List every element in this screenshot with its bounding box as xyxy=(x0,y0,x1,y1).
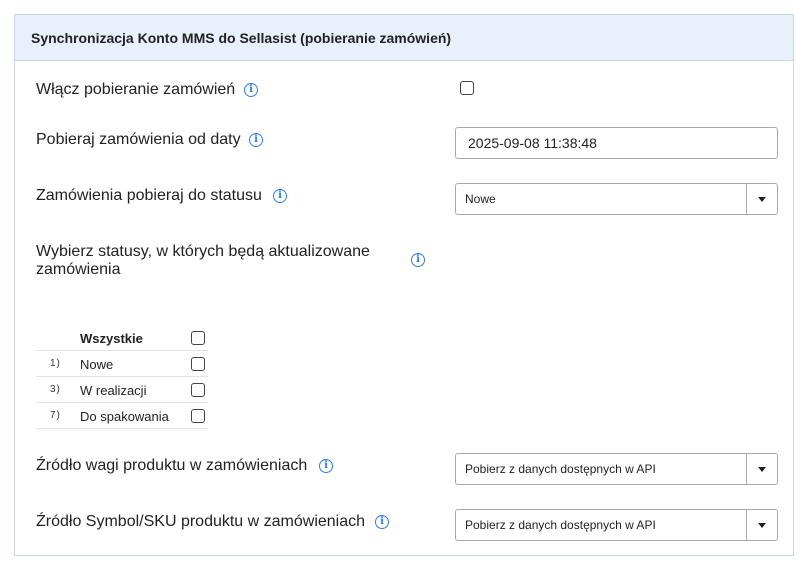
status-checkbox[interactable] xyxy=(191,383,205,397)
update-statuses-label: Wybierz statusy, w których będą aktualiz… xyxy=(36,243,370,278)
dropdown-button[interactable] xyxy=(746,454,777,484)
status-table-header: Wszystkie xyxy=(36,325,208,351)
info-icon[interactable]: i xyxy=(249,133,263,147)
select-all-checkbox[interactable] xyxy=(191,331,205,345)
status-label: Nowe xyxy=(80,357,114,372)
caret-down-icon xyxy=(758,467,766,472)
status-row: 1) Nowe xyxy=(36,351,208,377)
enable-orders-label: Włącz pobieranie zamówień xyxy=(36,81,236,98)
select-all-label: Wszystkie xyxy=(80,331,143,346)
panel-title: Synchronizacja Konto MMS do Sellasist (p… xyxy=(31,29,452,46)
status-label: Do spakowania xyxy=(80,409,169,424)
weight-source-value: Pobierz z danych dostępnych w API xyxy=(465,462,656,476)
caret-down-icon xyxy=(758,523,766,528)
caret-down-icon xyxy=(758,197,766,202)
date-from-label: Pobieraj zamówienia od daty xyxy=(36,131,241,148)
panel-header: Synchronizacja Konto MMS do Sellasist (p… xyxy=(15,15,793,61)
status-row: 7) Do spakowania xyxy=(36,403,208,429)
sku-source-value: Pobierz z danych dostępnych w API xyxy=(465,518,656,532)
dropdown-button[interactable] xyxy=(746,510,777,540)
status-number: 3) xyxy=(50,384,61,395)
date-from-value: 2025-09-08 11:38:48 xyxy=(468,135,597,151)
status-label: W realizacji xyxy=(80,383,147,398)
target-status-select[interactable]: Nowe xyxy=(455,183,778,215)
weight-source-select[interactable]: Pobierz z danych dostępnych w API xyxy=(455,453,778,485)
info-icon[interactable]: i xyxy=(411,253,425,267)
status-row: 3) W realizacji xyxy=(36,377,208,403)
info-icon[interactable]: i xyxy=(319,459,333,473)
sku-source-label: Źródło Symbol/SKU produktu w zamówieniac… xyxy=(36,513,366,530)
sku-source-select[interactable]: Pobierz z danych dostępnych w API xyxy=(455,509,778,541)
info-icon[interactable]: i xyxy=(375,515,389,529)
target-status-label: Zamówienia pobieraj do statusu xyxy=(36,187,262,204)
enable-orders-checkbox[interactable] xyxy=(460,81,474,95)
status-checkbox[interactable] xyxy=(191,409,205,423)
weight-source-label: Źródło wagi produktu w zamówieniach xyxy=(36,457,308,474)
dropdown-button[interactable] xyxy=(746,184,777,214)
target-status-value: Nowe xyxy=(465,192,496,206)
info-icon[interactable]: i xyxy=(244,83,258,97)
status-number: 7) xyxy=(50,410,61,421)
date-from-input[interactable]: 2025-09-08 11:38:48 xyxy=(455,127,778,159)
status-table: Wszystkie 1) Nowe 3) W realizacji 7) Do … xyxy=(36,325,208,429)
info-icon[interactable]: i xyxy=(273,189,287,203)
status-checkbox[interactable] xyxy=(191,357,205,371)
status-number: 1) xyxy=(50,358,61,369)
